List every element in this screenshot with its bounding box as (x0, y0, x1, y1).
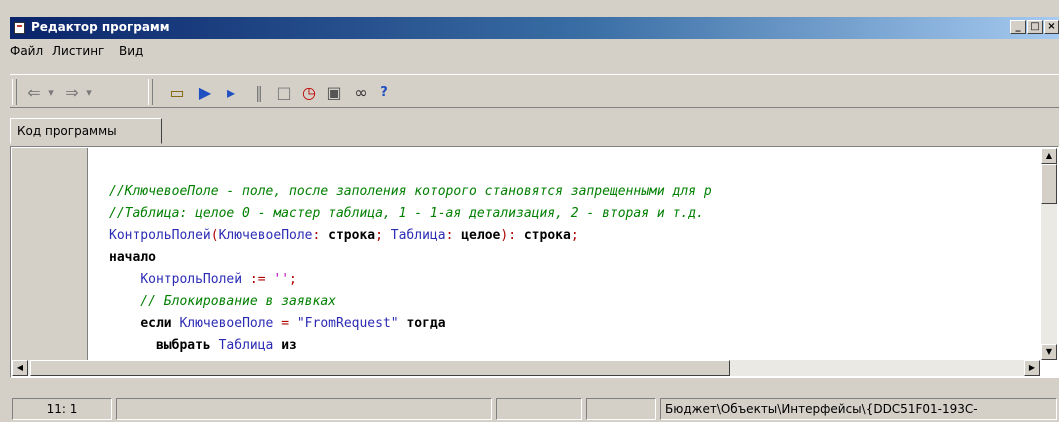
horizontal-scroll-thumb[interactable] (30, 360, 730, 376)
status-panel (116, 398, 492, 420)
vertical-scrollbar[interactable]: ▲ ▼ (1041, 148, 1057, 360)
menu-listing[interactable]: Листинг (52, 44, 104, 58)
object-path: Бюджет\Объекты\Интерфейсы\{DDC51F01-193C… (660, 398, 1057, 420)
code-line: КонтрольПолей := ''; (140, 272, 297, 287)
code-line: если КлючевоеПоле = "FromRequest" тогда (140, 316, 446, 331)
editor-gutter (12, 148, 88, 360)
horizontal-scrollbar[interactable]: ◀ ▶ (12, 360, 1040, 376)
clock-icon[interactable]: ◷ (299, 82, 319, 104)
menu-file[interactable]: Файл (10, 44, 43, 58)
code-line: //КлючевоеПоле - поле, после заполения к… (109, 184, 712, 199)
forward-dropdown-icon[interactable]: ▾ (83, 82, 95, 104)
scroll-left-icon[interactable]: ◀ (12, 360, 28, 376)
app-window: Редактор программ _ □ × Файл Листинг Вид… (0, 0, 1059, 422)
status-panel (496, 398, 582, 420)
close-button[interactable]: × (1044, 20, 1059, 34)
pause-icon[interactable]: ‖ (249, 82, 269, 104)
window-title: Редактор программ (31, 20, 170, 34)
tab-strip: Код программы (10, 118, 1059, 144)
help-icon[interactable]: ? (376, 82, 392, 104)
run-icon[interactable]: ▶ (195, 82, 215, 104)
load-binary-icon[interactable]: ▭ (165, 82, 189, 104)
vertical-scroll-thumb[interactable] (1041, 164, 1057, 204)
back-arrow-icon[interactable]: ⇐ (24, 82, 44, 104)
stop-icon[interactable]: □ (274, 82, 294, 104)
app-icon (14, 22, 25, 34)
tab-program-code[interactable]: Код программы (10, 118, 162, 144)
code-line: //Таблица: целое 0 - мастер таблица, 1 -… (109, 206, 704, 221)
maximize-button[interactable]: □ (1027, 20, 1043, 34)
code-line: начало (109, 250, 156, 265)
code-line: // Блокирование в заявках (109, 294, 336, 309)
cursor-position: 11: 1 (12, 398, 112, 420)
toolbar-grip[interactable] (12, 79, 17, 105)
menu-view[interactable]: Вид (119, 44, 143, 58)
status-panel (586, 398, 656, 420)
toolbar: ⇐ ▾ ⇒ ▾ ▭ ▶ ▸ ‖ □ ◷ ▣ ∞ ? (10, 74, 1059, 108)
back-dropdown-icon[interactable]: ▾ (45, 82, 57, 104)
scroll-up-icon[interactable]: ▲ (1041, 148, 1057, 164)
code-text[interactable]: //КлючевоеПоле - поле, после заполения к… (109, 159, 1039, 359)
minimize-button[interactable]: _ (1010, 20, 1026, 34)
status-bar: 11: 1 Бюджет\Объекты\Интерфейсы\{DDC51F0… (10, 396, 1059, 422)
toolbar-separator (148, 79, 153, 105)
code-line: КонтрольПолей(КлючевоеПоле: строка; Табл… (109, 228, 579, 243)
code-editor[interactable]: //КлючевоеПоле - поле, после заполения к… (10, 146, 1059, 378)
step-icon[interactable]: ▸ (220, 82, 242, 104)
glasses-icon[interactable]: ∞ (349, 82, 373, 104)
scroll-down-icon[interactable]: ▼ (1041, 344, 1057, 360)
title-bar[interactable]: Редактор программ _ □ × (10, 17, 1059, 39)
code-line: выбрать Таблица из (155, 338, 297, 353)
menu-bar: Файл Листинг Вид (10, 41, 1059, 61)
save-icon[interactable]: ▣ (324, 82, 344, 104)
forward-arrow-icon[interactable]: ⇒ (62, 82, 82, 104)
scroll-right-icon[interactable]: ▶ (1024, 360, 1040, 376)
